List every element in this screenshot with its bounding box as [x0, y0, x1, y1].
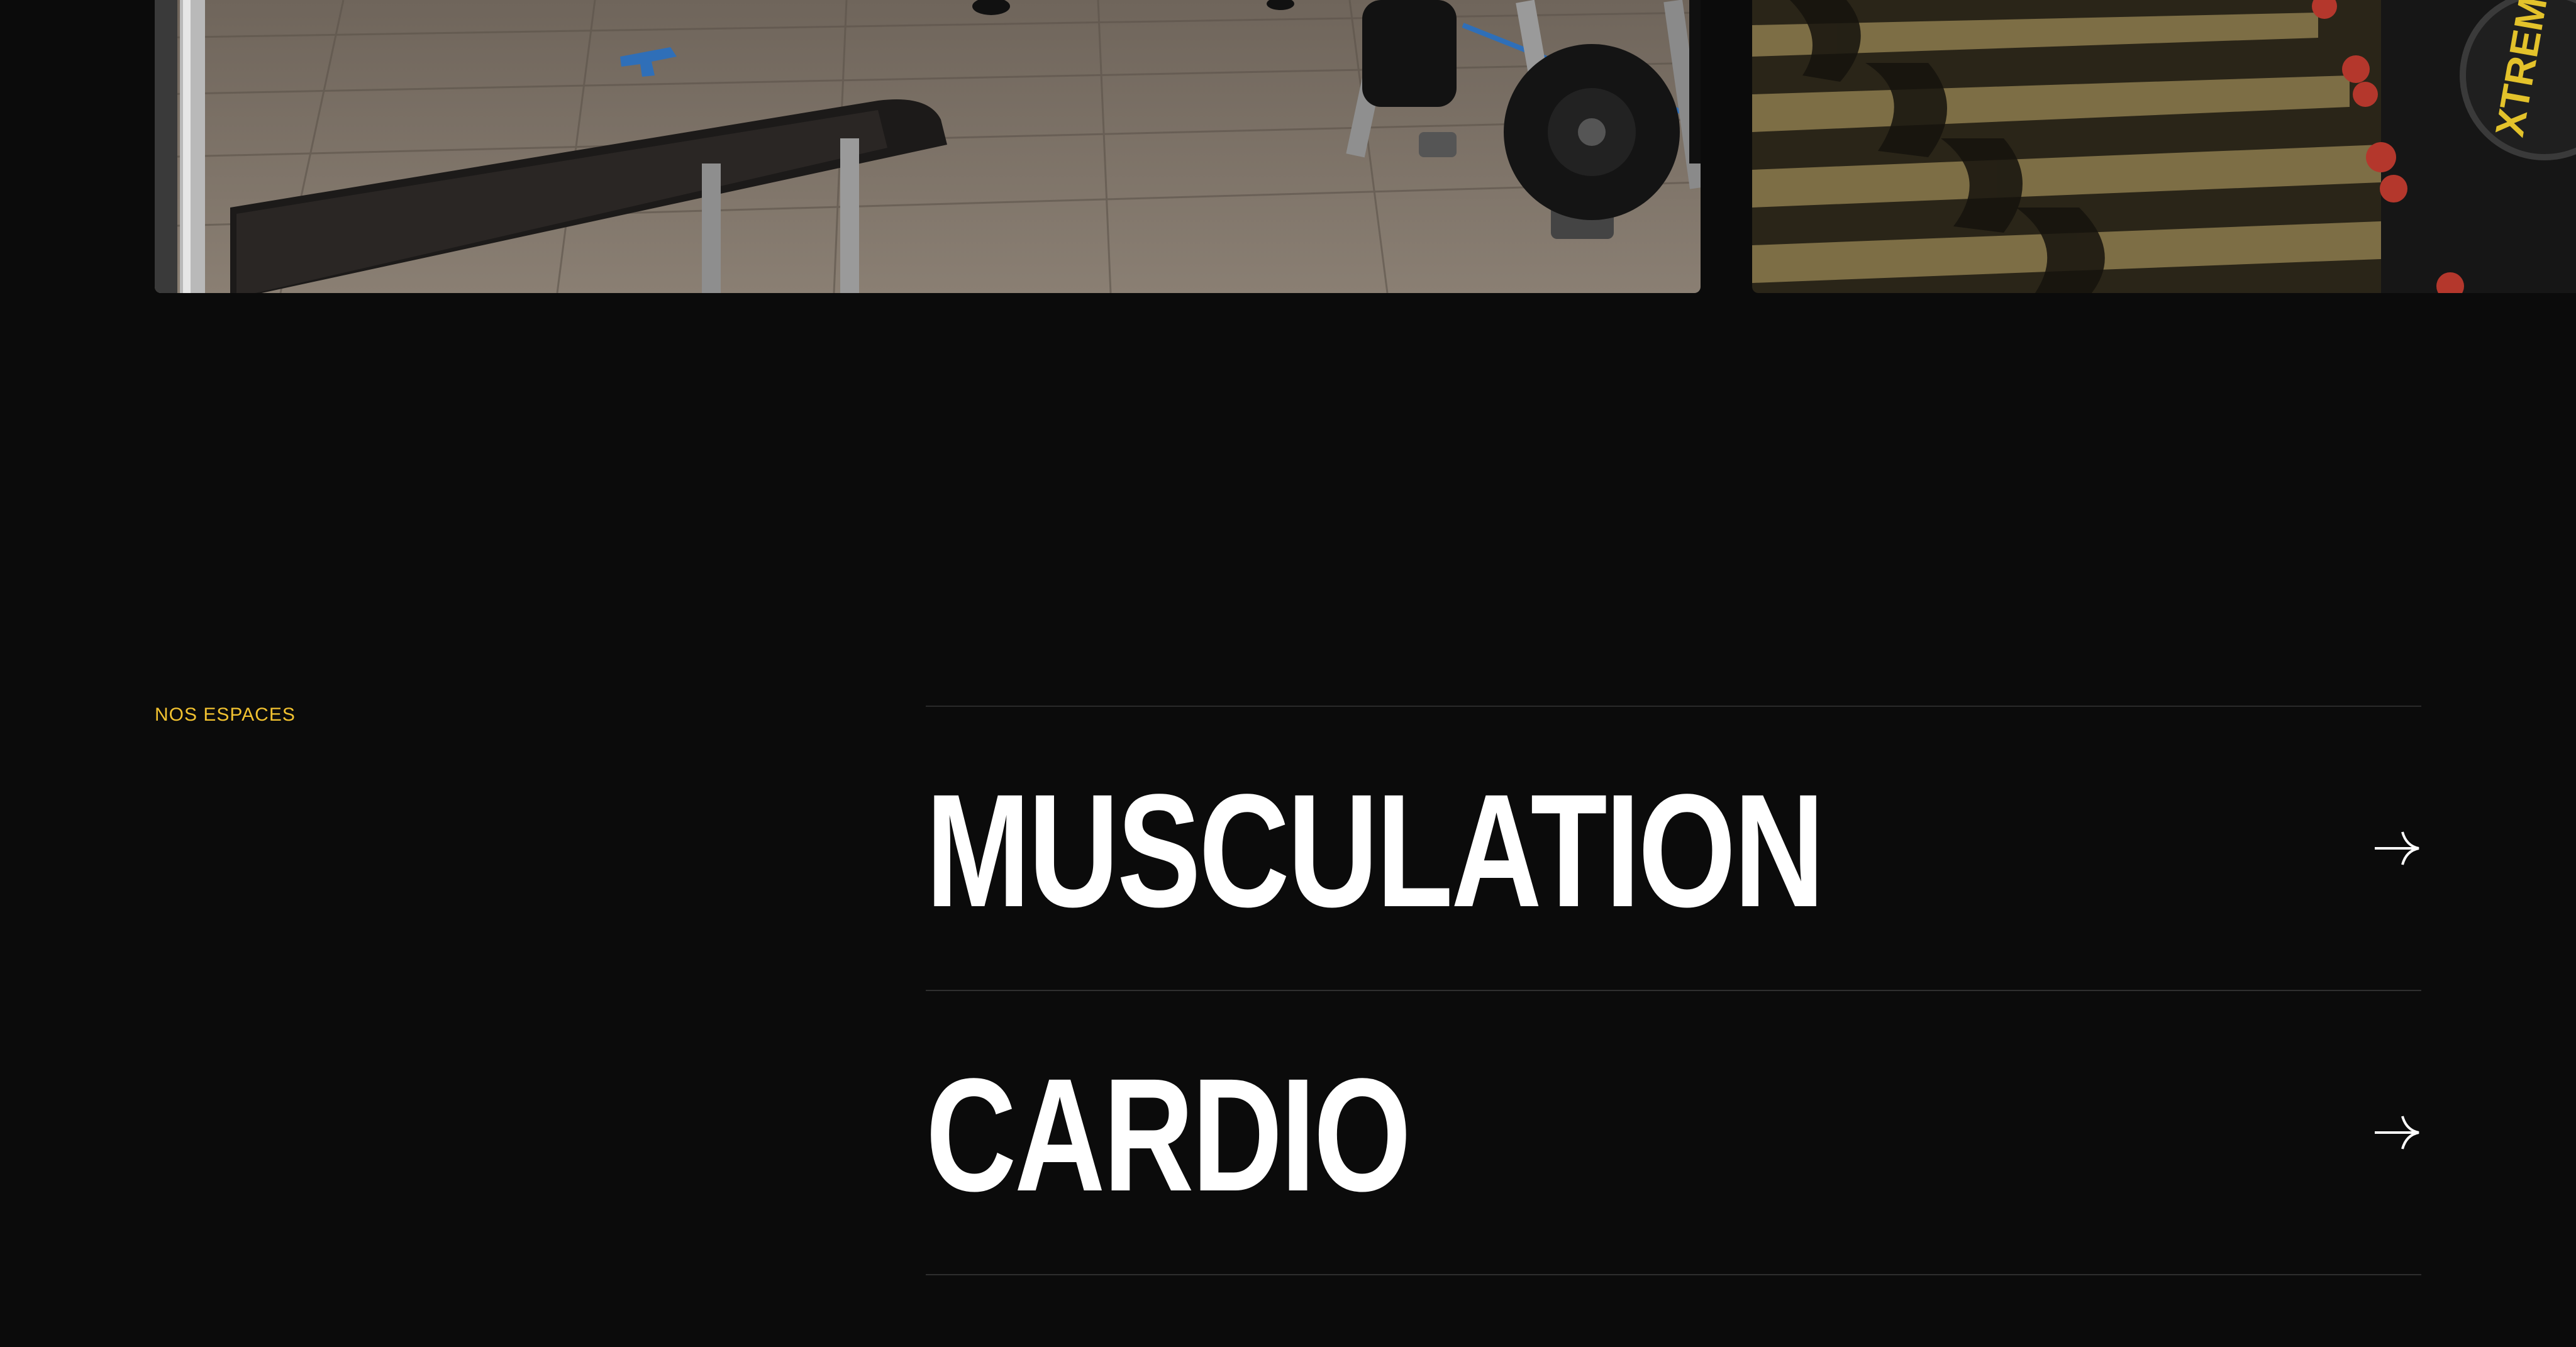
arrow-right-icon: [2375, 831, 2419, 865]
space-title-musculation: MUSCULATION: [926, 761, 1824, 941]
arrow-right-icon: [2375, 1116, 2419, 1150]
space-title-cardio: CARDIO: [926, 1045, 1411, 1225]
space-item-musculation[interactable]: MUSCULATION: [926, 707, 2421, 991]
space-item-cardio[interactable]: CARDIO: [926, 991, 2421, 1275]
gallery-image-weights: [155, 0, 1701, 293]
gallery-image-bikes: XTREME: [1752, 0, 2576, 293]
weights-photo-illustration: [155, 0, 1701, 293]
spaces-list: MUSCULATION CARDIO: [926, 706, 2421, 1275]
section-eyebrow: NOS ESPACES: [155, 704, 296, 725]
bikes-photo-illustration: XTREME: [1752, 0, 2576, 293]
